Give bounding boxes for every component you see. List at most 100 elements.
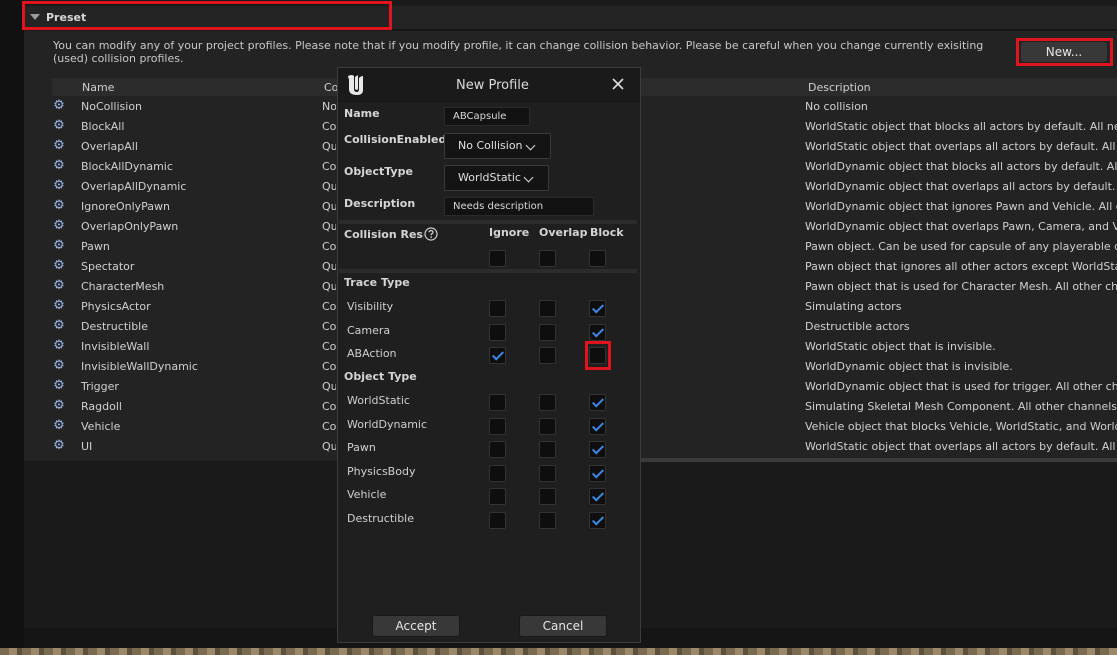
preset-info-text: You can modify any of your project profi…	[53, 39, 984, 65]
block-checkbox[interactable]	[589, 511, 606, 529]
profile-collision: Co	[322, 300, 336, 313]
block-checkbox[interactable]	[589, 394, 606, 411]
collision-enabled-dropdown[interactable]: No Collision	[444, 133, 551, 159]
profile-name: IgnoreOnlyPawn	[81, 200, 171, 213]
block-checkbox[interactable]	[589, 300, 606, 317]
profile-name: NoCollision	[81, 100, 143, 113]
profile-collision: Qu	[322, 200, 336, 213]
ignore-checkbox[interactable]	[489, 417, 506, 435]
profile-collision: Qu	[322, 140, 336, 153]
channel-label: PhysicsBody	[347, 464, 416, 478]
profile-gear-icon: ⚙	[53, 238, 65, 253]
profile-name: InvisibleWall	[81, 340, 150, 353]
new-button-highlight-box	[1016, 38, 1113, 66]
profile-collision: Co	[322, 400, 336, 413]
ignore-all-checkbox[interactable]	[489, 250, 506, 267]
ignore-checkbox[interactable]	[489, 511, 506, 529]
profile-collision: Qu	[322, 180, 336, 193]
left-panel-edge	[0, 0, 24, 655]
profile-gear-icon: ⚙	[53, 438, 65, 453]
block-checkbox[interactable]	[589, 488, 606, 505]
overlap-checkbox[interactable]	[539, 300, 556, 317]
profile-description: Simulating actors	[805, 300, 902, 313]
profile-collision: Co	[322, 360, 336, 373]
overlap-checkbox[interactable]	[539, 323, 556, 341]
section-divider	[339, 269, 637, 273]
description-input[interactable]: Needs description	[444, 197, 594, 216]
ignore-checkbox[interactable]	[489, 394, 506, 411]
close-icon[interactable]	[610, 76, 626, 92]
block-checkbox[interactable]	[589, 323, 606, 341]
profile-description: WorldDynamic object that ignores Pawn an…	[805, 200, 1117, 213]
profile-description: Destructible actors	[805, 320, 910, 333]
profile-gear-icon: ⚙	[53, 178, 65, 193]
ignore-checkbox[interactable]	[489, 441, 506, 458]
profile-collision: No	[322, 100, 336, 113]
profile-gear-icon: ⚙	[53, 378, 65, 393]
ignore-checkbox[interactable]	[489, 300, 506, 317]
dialog-title: New Profile	[456, 78, 529, 93]
block-checkbox[interactable]	[589, 441, 606, 458]
chevron-down-icon	[525, 140, 536, 151]
ignore-checkbox[interactable]	[489, 464, 506, 482]
profile-collision: Co	[322, 120, 336, 133]
overlap-checkbox[interactable]	[539, 347, 556, 364]
overlap-checkbox[interactable]	[539, 394, 556, 411]
profile-gear-icon: ⚙	[53, 398, 65, 413]
ignore-checkbox[interactable]	[489, 488, 506, 505]
column-header-name[interactable]: Name	[82, 81, 114, 94]
overlap-checkbox[interactable]	[539, 417, 556, 435]
channel-label: WorldStatic	[347, 394, 410, 407]
block-column-label: Block	[590, 226, 624, 239]
overlap-checkbox[interactable]	[539, 464, 556, 482]
profile-gear-icon: ⚙	[53, 98, 65, 113]
cancel-button[interactable]: Cancel	[519, 615, 607, 637]
object-type-label: ObjectType	[344, 165, 413, 178]
profile-gear-icon: ⚙	[53, 138, 65, 153]
profile-name: Destructible	[81, 320, 148, 333]
channel-label: Pawn	[347, 441, 376, 454]
block-checkbox[interactable]	[589, 464, 606, 482]
ignore-column-label: Ignore	[489, 226, 530, 239]
profile-name: BlockAllDynamic	[81, 160, 173, 173]
profile-description: WorldDynamic object that is invisible.	[805, 360, 1013, 373]
profile-name: OverlapAllDynamic	[81, 180, 187, 193]
profile-collision: Qu	[322, 220, 336, 233]
profile-description: Pawn object that is used for Character M…	[805, 280, 1117, 293]
help-icon[interactable]	[424, 227, 438, 241]
profile-name: CharacterMesh	[81, 280, 165, 293]
profile-name: OverlapOnlyPawn	[81, 220, 179, 233]
overlap-all-checkbox[interactable]	[539, 250, 556, 267]
object-type-dropdown[interactable]: WorldStatic	[444, 165, 549, 191]
chevron-down-icon	[523, 172, 534, 183]
channel-label: Visibility	[347, 300, 394, 313]
block-all-checkbox[interactable]	[589, 250, 606, 267]
object-type-header: Object Type	[344, 370, 417, 383]
overlap-checkbox[interactable]	[539, 488, 556, 505]
profile-gear-icon: ⚙	[53, 418, 65, 433]
section-divider	[339, 220, 637, 224]
unreal-logo-icon	[348, 75, 363, 95]
abaction-block-highlight-box	[585, 341, 611, 370]
profile-name-input[interactable]: ABCapsule	[444, 107, 530, 126]
overlap-checkbox[interactable]	[539, 511, 556, 529]
profile-description: Simulating Skeletal Mesh Component. All …	[805, 400, 1117, 413]
profile-description: WorldDynamic object that overlaps all ac…	[805, 180, 1117, 193]
channel-label: WorldDynamic	[347, 417, 428, 431]
profile-description: WorldDynamic object that blocks all acto…	[805, 160, 1117, 173]
profile-name: Ragdoll	[81, 400, 122, 413]
overlap-checkbox[interactable]	[539, 441, 556, 458]
profile-name: Pawn	[81, 240, 110, 253]
profile-gear-icon: ⚙	[53, 278, 65, 293]
block-checkbox[interactable]	[589, 417, 606, 435]
accept-button[interactable]: Accept	[372, 615, 460, 637]
column-header-description[interactable]: Description	[808, 81, 871, 94]
profile-name: BlockAll	[81, 120, 125, 133]
ignore-checkbox[interactable]	[489, 347, 506, 364]
profile-collision: Co	[322, 340, 336, 353]
profile-description: No collision	[805, 100, 868, 113]
ignore-checkbox[interactable]	[489, 323, 506, 341]
profile-name: OverlapAll	[81, 140, 138, 153]
channel-label: Destructible	[347, 511, 414, 525]
profile-collision: Co	[322, 420, 336, 433]
